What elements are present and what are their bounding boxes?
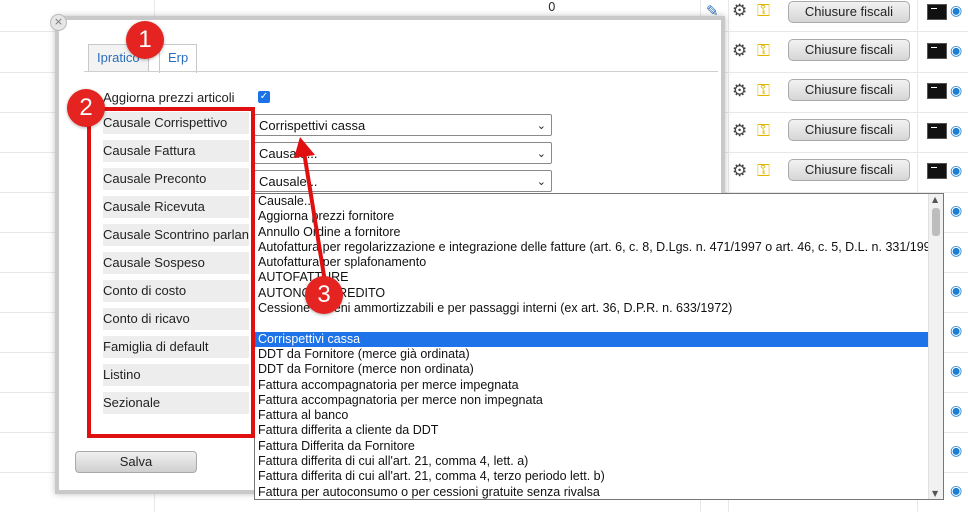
annotation-arrow (294, 137, 327, 283)
annotation-badge: 3 (305, 276, 343, 314)
annotation-badge: 1 (126, 21, 164, 59)
annotation-badge: 2 (67, 89, 105, 127)
